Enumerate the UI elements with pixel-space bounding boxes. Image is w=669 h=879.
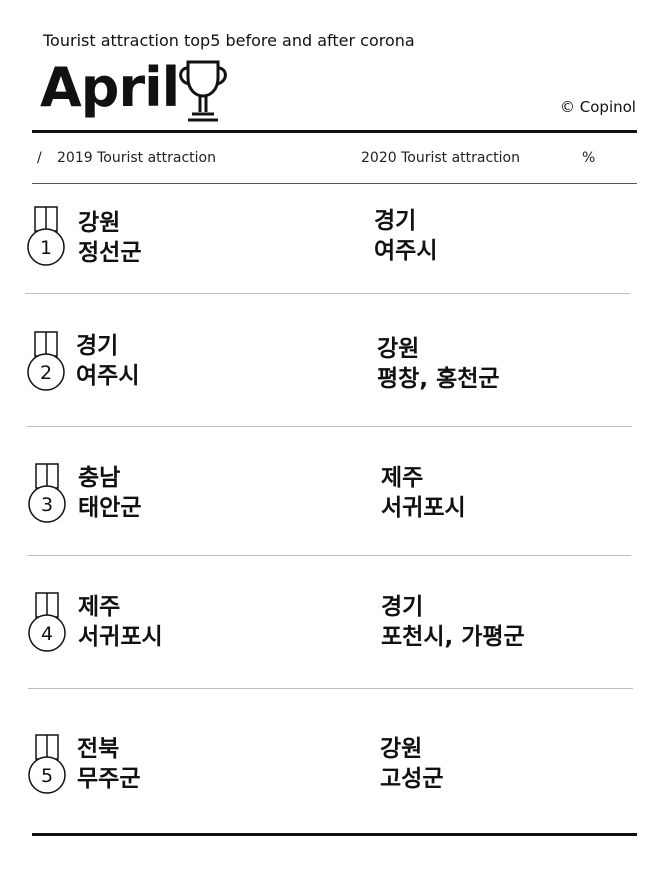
attraction-2019: 제주 서귀포시	[78, 592, 163, 652]
header-divider	[32, 183, 637, 184]
province: 충남	[78, 465, 121, 491]
header-slash: /	[37, 150, 42, 166]
medal-icon: 4	[28, 592, 66, 652]
column-2020: 2020 Tourist attraction	[361, 150, 520, 166]
district: 평창, 홍천군	[377, 366, 500, 392]
bottom-divider	[32, 833, 637, 836]
attraction-2019: 충남 태안군	[78, 463, 141, 523]
attraction-2019: 강원 정선군	[78, 208, 141, 268]
row-divider	[27, 426, 632, 427]
attraction-2019: 경기 여주시	[76, 331, 139, 391]
medal-icon: 5	[28, 734, 66, 794]
trophy-icon	[179, 60, 227, 122]
attraction-2020: 경기 포천시, 가평군	[381, 592, 525, 652]
row-divider	[28, 555, 631, 556]
province: 경기	[374, 208, 417, 234]
top-divider	[32, 130, 637, 133]
rank-number: 3	[41, 494, 53, 516]
province: 제주	[78, 594, 121, 620]
column-2019: 2019 Tourist attraction	[57, 150, 216, 166]
district: 여주시	[76, 363, 140, 389]
attraction-2020: 제주 서귀포시	[381, 463, 466, 523]
province: 경기	[76, 333, 119, 359]
district: 태안군	[78, 495, 142, 521]
row-divider	[25, 293, 630, 294]
rank-number: 1	[40, 237, 52, 259]
district: 고성군	[380, 766, 444, 792]
district: 포천시, 가평군	[381, 624, 525, 650]
medal-icon: 1	[27, 206, 65, 266]
attraction-2020: 경기 여주시	[374, 206, 437, 266]
rank-number: 4	[41, 623, 53, 645]
district: 정선군	[78, 240, 142, 266]
rank-number: 2	[40, 362, 52, 384]
medal-icon: 3	[28, 463, 66, 523]
province: 경기	[381, 594, 424, 620]
attraction-2019: 전북 무주군	[77, 734, 140, 794]
medal-icon: 2	[27, 331, 65, 391]
attraction-2020: 강원 고성군	[380, 734, 443, 794]
province: 강원	[377, 336, 420, 362]
page-title: April	[40, 56, 180, 119]
district: 서귀포시	[78, 624, 163, 650]
copyright: © Copinol	[560, 98, 636, 116]
province: 전북	[77, 736, 120, 762]
subtitle: Tourist attraction top5 before and after…	[43, 31, 415, 50]
district: 서귀포시	[381, 495, 466, 521]
district: 여주시	[374, 238, 438, 264]
row-divider	[28, 688, 633, 689]
district: 무주군	[77, 766, 141, 792]
province: 제주	[381, 465, 424, 491]
column-percent: %	[582, 150, 596, 166]
province: 강원	[78, 210, 121, 236]
province: 강원	[380, 736, 423, 762]
attraction-2020: 강원 평창, 홍천군	[377, 334, 500, 394]
rank-number: 5	[41, 765, 53, 787]
